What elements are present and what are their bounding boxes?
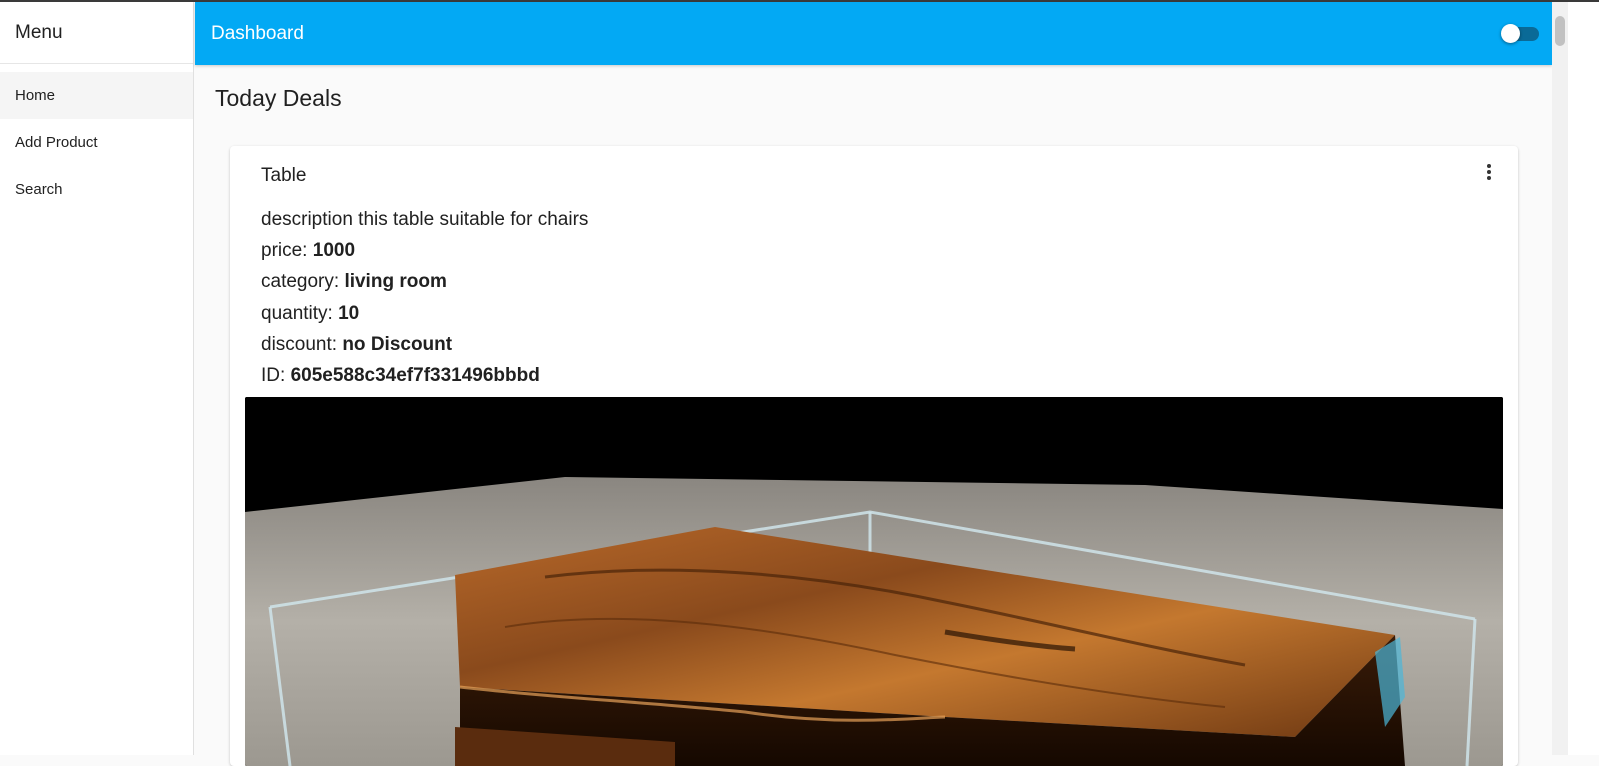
sidebar-item-add-product[interactable]: Add Product: [0, 119, 193, 166]
product-photo-icon: [245, 397, 1503, 766]
product-discount: discount: no Discount: [261, 333, 453, 355]
product-quantity: quantity: 10: [261, 302, 360, 324]
sidebar-list: Home Add Product Search: [0, 72, 193, 213]
sidebar-title: Menu: [0, 2, 193, 64]
scrollbar-thumb[interactable]: [1555, 16, 1565, 46]
window-margin: [1568, 2, 1599, 755]
sidebar-item-search[interactable]: Search: [0, 166, 193, 213]
theme-toggle[interactable]: [1501, 23, 1539, 43]
product-category: category: living room: [261, 271, 447, 293]
more-vert-icon[interactable]: [1479, 160, 1499, 184]
product-details: description this table suitable for chai…: [261, 204, 588, 391]
sidebar-item-home[interactable]: Home: [0, 72, 193, 119]
product-image: [245, 397, 1503, 766]
vertical-scrollbar[interactable]: [1552, 2, 1568, 755]
toggle-thumb: [1501, 24, 1520, 43]
sidebar: Menu Home Add Product Search: [0, 2, 194, 755]
page-title: Dashboard: [211, 23, 304, 44]
product-price: price: 1000: [261, 240, 356, 262]
app-bar: Dashboard: [195, 2, 1552, 65]
product-id: ID: 605e588c34ef7f331496bbbd: [261, 365, 540, 387]
product-description: description this table suitable for chai…: [261, 209, 589, 230]
section-title: Today Deals: [215, 85, 342, 111]
product-card: Table description this table suitable fo…: [230, 146, 1518, 766]
product-title: Table: [261, 165, 307, 186]
